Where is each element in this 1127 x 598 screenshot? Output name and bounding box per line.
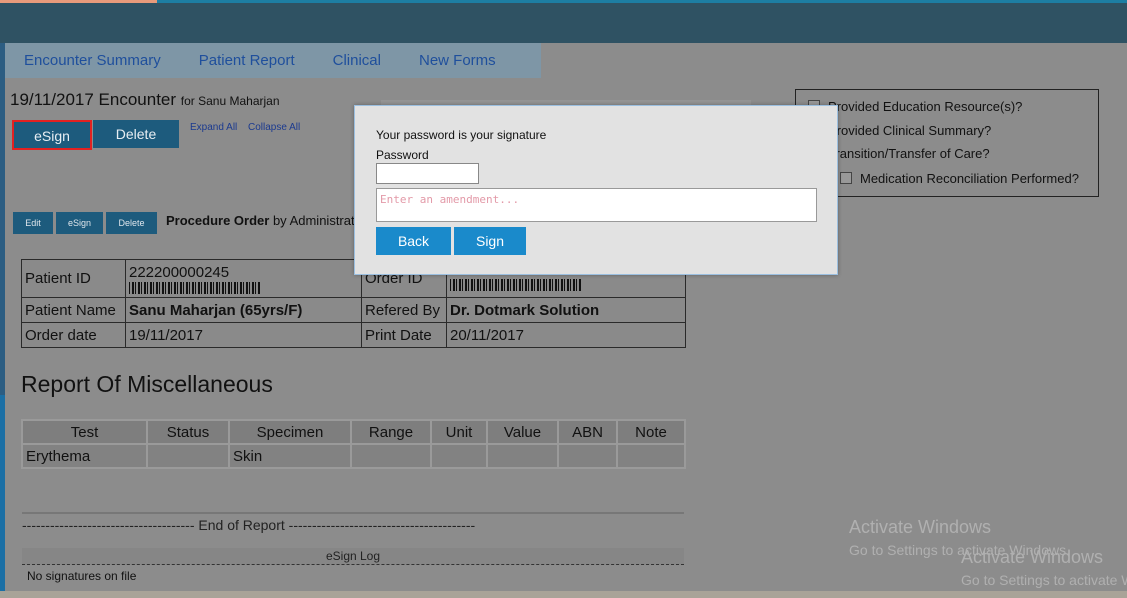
cell-range — [350, 443, 432, 469]
refered-by-value: Dr. Dotmark Solution — [446, 297, 686, 323]
checkbox-medication[interactable] — [840, 172, 852, 184]
procedure-order-heading: Procedure Order by Administrat — [166, 213, 355, 228]
encounter-delete-button[interactable]: Delete — [93, 120, 179, 148]
back-button[interactable]: Back — [376, 227, 451, 255]
tab-new-forms[interactable]: New Forms — [400, 43, 515, 78]
refered-by-label: Refered By — [361, 297, 447, 323]
esign-dialog: Your password is your signature Password… — [354, 105, 838, 275]
procedure-order-title: Procedure Order — [166, 213, 270, 228]
esign-log-header: eSign Log — [22, 548, 684, 565]
watermark-title: Activate Windows — [849, 517, 992, 537]
collapse-all-link[interactable]: Collapse All — [248, 122, 300, 133]
print-date-value: 20/11/2017 — [446, 322, 686, 348]
dialog-message: Your password is your signature — [376, 128, 547, 142]
left-stripe-lower — [0, 395, 5, 598]
watermark-title-duplicate: Activate Windows — [961, 547, 1104, 567]
patient-id-barcode — [129, 281, 261, 294]
password-input[interactable] — [376, 163, 479, 184]
column-header-unit: Unit — [430, 419, 488, 445]
tab-bar: Encounter Summary Patient Report Clinica… — [5, 43, 541, 78]
report-title: Report Of Miscellaneous — [21, 371, 273, 397]
procedure-delete-button[interactable]: Delete — [106, 212, 157, 234]
cell-specimen: Skin — [228, 443, 352, 469]
checklist-item-education: Provided Education Resource(s)? — [828, 99, 1023, 114]
patient-id-cell: 222200000245 — [125, 259, 362, 298]
encounter-title: 19/11/2017 Encounter for Sanu Maharjan — [10, 90, 280, 110]
cell-unit — [430, 443, 488, 469]
table-row: Erythema Skin — [21, 443, 686, 469]
column-header-test: Test — [21, 419, 148, 445]
patient-id-value: 222200000245 — [129, 263, 230, 281]
watermark-subtitle-duplicate: Go to Settings to activate Windows. — [961, 572, 1127, 588]
encounter-esign-button[interactable]: eSign — [12, 120, 92, 150]
end-of-report: ------------------------------------- En… — [22, 517, 476, 533]
tab-clinical[interactable]: Clinical — [314, 43, 400, 78]
checklist-panel: Provided Education Resource(s)? Provided… — [795, 89, 1099, 197]
column-header-note: Note — [616, 419, 686, 445]
cell-value — [486, 443, 559, 469]
encounter-date-title: 19/11/2017 Encounter — [10, 90, 177, 109]
bottom-strip — [0, 591, 1127, 598]
checklist-item-medication: Medication Reconciliation Performed? — [860, 171, 1079, 186]
column-header-abn: ABN — [557, 419, 618, 445]
encounter-patient: for Sanu Maharjan — [180, 94, 280, 108]
end-divider — [22, 512, 684, 514]
table-header-row: Test Status Specimen Range Unit Value AB… — [21, 419, 686, 445]
app-header — [0, 3, 1127, 43]
no-signatures-text: No signatures on file — [27, 569, 137, 583]
order-id-barcode — [450, 278, 582, 291]
amendment-textarea[interactable] — [376, 188, 817, 222]
expand-all-link[interactable]: Expand All — [190, 122, 237, 133]
password-label: Password — [376, 148, 429, 162]
procedure-esign-button[interactable]: eSign — [56, 212, 103, 234]
test-results-table: Test Status Specimen Range Unit Value AB… — [21, 419, 686, 469]
tab-encounter-summary[interactable]: Encounter Summary — [5, 43, 180, 78]
cell-status — [146, 443, 230, 469]
column-header-range: Range — [350, 419, 432, 445]
procedure-edit-button[interactable]: Edit — [13, 212, 53, 234]
order-date-value: 19/11/2017 — [125, 322, 362, 348]
column-header-value: Value — [486, 419, 559, 445]
checklist-item-transition: Transition/Transfer of Care? — [828, 146, 990, 161]
cell-test: Erythema — [21, 443, 148, 469]
cell-note — [616, 443, 686, 469]
patient-id-label: Patient ID — [21, 259, 126, 298]
patient-name-value: Sanu Maharjan (65yrs/F) — [125, 297, 362, 323]
print-date-label: Print Date — [361, 322, 447, 348]
table-row: Order date 19/11/2017 Print Date 20/11/2… — [21, 322, 686, 348]
checklist-item-clinical-summary: Provided Clinical Summary? — [828, 123, 992, 138]
order-date-label: Order date — [21, 322, 126, 348]
column-header-status: Status — [146, 419, 230, 445]
tab-patient-report[interactable]: Patient Report — [180, 43, 314, 78]
table-row: Patient Name Sanu Maharjan (65yrs/F) Ref… — [21, 297, 686, 323]
patient-name-label: Patient Name — [21, 297, 126, 323]
cell-abn — [557, 443, 618, 469]
procedure-order-author: by Administrat — [272, 213, 355, 228]
sign-button[interactable]: Sign — [454, 227, 526, 255]
column-header-specimen: Specimen — [228, 419, 352, 445]
